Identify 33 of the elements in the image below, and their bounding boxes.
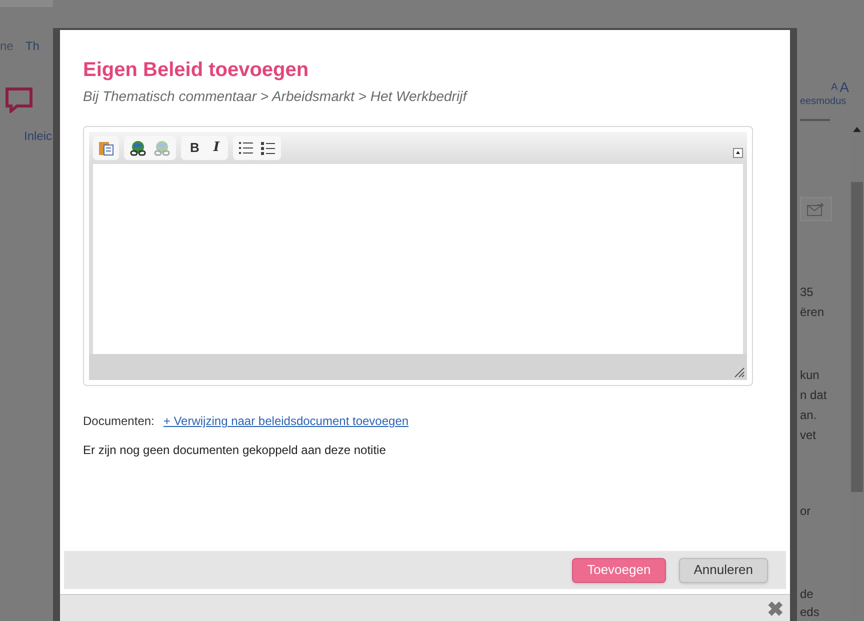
reading-mode-link[interactable]: eesmodus — [800, 95, 849, 109]
collapse-toolbar-icon[interactable] — [733, 148, 743, 158]
italic-button[interactable]: I — [209, 138, 224, 158]
background-text: eds — [800, 604, 820, 621]
dialog-title: Eigen Beleid toevoegen — [83, 58, 310, 82]
font-size-small-button[interactable]: A — [830, 80, 838, 95]
speech-bubble-icon — [5, 87, 33, 113]
background-text: or — [800, 503, 812, 520]
add-button[interactable]: Toevoegen — [572, 558, 666, 582]
cancel-button[interactable]: Annuleren — [678, 558, 768, 582]
add-document-link[interactable]: + Verwijzing naar beleidsdocument toevoegen — [163, 412, 409, 430]
tab-label[interactable]: Inleic — [24, 127, 53, 145]
resize-grip-icon[interactable] — [733, 366, 745, 378]
background-text: de — [800, 586, 814, 603]
bullet-list-icon[interactable] — [260, 140, 276, 156]
background-text: kun — [800, 367, 820, 384]
background-text: 35 — [800, 284, 814, 301]
background-text: ëren — [800, 304, 826, 321]
dialog-subtitle: Bij Thematisch commentaar > Arbeidsmarkt > Het Werkbedrijf — [83, 87, 469, 106]
paste-icon[interactable] — [98, 140, 114, 156]
mail-forward-icon — [807, 202, 825, 216]
breadcrumb-item[interactable]: Th — [25, 37, 40, 55]
globe-chain-icon[interactable] — [129, 140, 147, 156]
close-icon[interactable]: ✖ — [767, 599, 784, 621]
bold-button[interactable]: B — [186, 138, 204, 158]
scroll-up-icon[interactable] — [853, 126, 861, 132]
no-documents-text: Er zijn nog geen documenten gekoppeld aan deze notitie — [83, 442, 387, 459]
background-text: vet — [800, 427, 818, 444]
documents-label: Documenten: — [83, 413, 154, 430]
background-text: an. — [800, 407, 818, 424]
background-text: n dat — [800, 387, 828, 404]
font-size-large-button[interactable]: A — [840, 80, 849, 95]
breadcrumb-item[interactable]: ne — [0, 37, 14, 55]
